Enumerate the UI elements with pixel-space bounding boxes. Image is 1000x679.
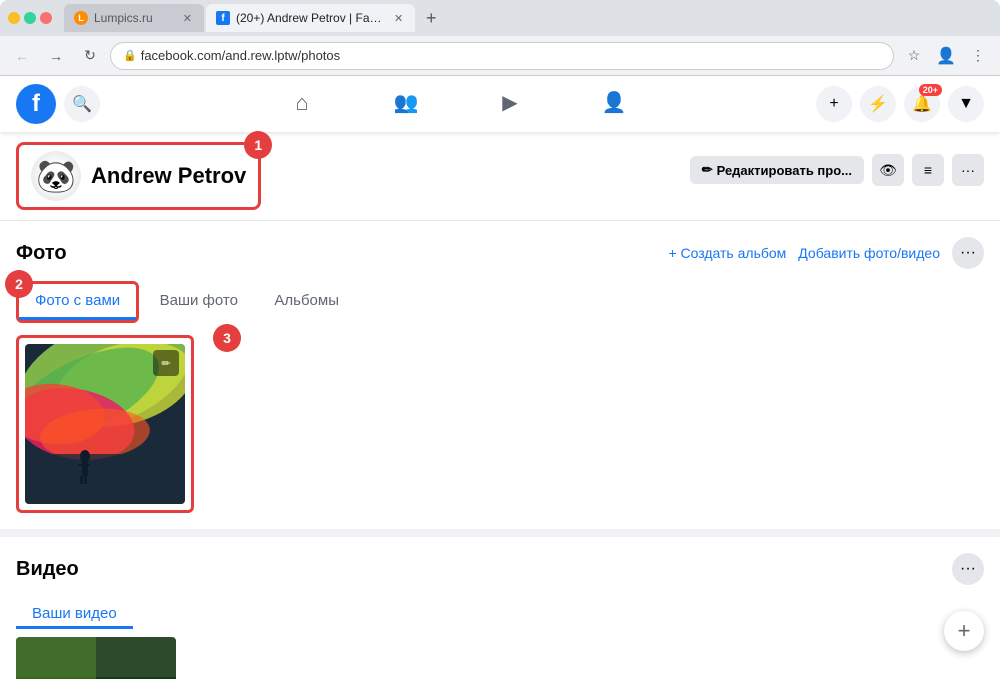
photos-more-button[interactable]: ··· <box>952 237 984 269</box>
annotation-badge-3: 3 <box>213 324 241 352</box>
bookmark-button[interactable]: ☆ <box>900 42 928 70</box>
nav-groups[interactable]: 👤 <box>564 80 664 128</box>
photos-section-actions: + Создать альбом Добавить фото/видео ··· <box>668 237 984 269</box>
facebook-favicon: f <box>216 11 230 25</box>
tab-lumpics-close[interactable]: ✕ <box>181 10 194 27</box>
photos-grid-wrapper: 3 <box>16 335 984 513</box>
nav-friends[interactable]: 👥 <box>356 80 456 128</box>
tab-lumpics[interactable]: L Lumpics.ru ✕ <box>64 4 204 32</box>
eye-icon: 👁 <box>879 162 897 179</box>
notification-badge: 20+ <box>919 84 942 96</box>
browser-content: f 🔍 ⌂ 👥 ▶ 👤 + <box>0 76 1000 679</box>
photos-section-header: Фото + Создать альбом Добавить фото/виде… <box>16 237 984 269</box>
pencil-icon: ✏ <box>702 162 713 178</box>
nav-watch[interactable]: ▶ <box>460 80 560 128</box>
profile-avatar: 🐼 <box>31 151 81 201</box>
tabs-bar: L Lumpics.ru ✕ f (20+) Andrew Petrov | F… <box>64 4 992 32</box>
minimize-button[interactable] <box>8 12 20 24</box>
watch-icon: ▶ <box>502 90 517 115</box>
video-thumbnail[interactable]: ✏ <box>16 637 176 679</box>
video-more-button[interactable]: ··· <box>952 553 984 585</box>
photo-edit-button[interactable]: ✏ <box>153 350 179 376</box>
nav-home[interactable]: ⌂ <box>252 80 352 128</box>
facebook-logo[interactable]: f <box>16 84 56 124</box>
main-content[interactable]: Фото + Создать альбом Добавить фото/виде… <box>0 221 1000 679</box>
facebook-toolbar: f 🔍 ⌂ 👥 ▶ 👤 + <box>0 76 1000 132</box>
tab-facebook[interactable]: f (20+) Andrew Petrov | Facebook ✕ <box>206 4 415 32</box>
edit-photo-icon: ✏ <box>161 357 170 370</box>
edit-profile-button[interactable]: ✏ Редактировать про... <box>690 156 864 184</box>
new-tab-button[interactable]: + <box>417 4 445 32</box>
tab-albums[interactable]: Альбомы <box>258 284 355 320</box>
profile-actions: ✏ Редактировать про... 👁 ≡ ··· <box>690 154 984 198</box>
video-more-icon: ··· <box>960 560 976 578</box>
settings-button[interactable]: ⋮ <box>964 42 992 70</box>
groups-icon: 👤 <box>602 90 627 115</box>
photos-title: Фото <box>16 242 668 265</box>
title-bar: L Lumpics.ru ✕ f (20+) Andrew Petrov | F… <box>0 0 1000 36</box>
lock-icon: 🔒 <box>123 49 137 62</box>
chevron-down-icon: ▼ <box>958 95 974 113</box>
refresh-button[interactable]: ↻ <box>76 42 104 70</box>
messenger-icon: ⚡ <box>868 94 888 114</box>
photos-section: Фото + Создать альбом Добавить фото/виде… <box>0 221 1000 529</box>
maximize-button[interactable] <box>24 12 36 24</box>
list-view-button[interactable]: ≡ <box>912 154 944 186</box>
eye-button[interactable]: 👁 <box>872 154 904 186</box>
floating-add-button[interactable]: + <box>944 611 984 651</box>
back-button[interactable]: ← <box>8 42 36 70</box>
forward-button[interactable]: → <box>42 42 70 70</box>
video-section: Видео ··· Ваши видео ✏ <box>0 537 1000 679</box>
search-icon: 🔍 <box>72 94 92 114</box>
tab-lumpics-label: Lumpics.ru <box>94 11 153 25</box>
add-icon: + <box>829 95 838 113</box>
friends-icon: 👥 <box>394 90 419 115</box>
notifications-button[interactable]: 🔔 20+ <box>904 86 940 122</box>
annotation-badge-2: 2 <box>5 270 33 298</box>
tab-photos-with-you[interactable]: Фото с вами <box>19 284 136 320</box>
video-title: Видео <box>16 558 952 581</box>
profile-name: Andrew Petrov <box>91 163 246 189</box>
ellipsis-icon: ··· <box>961 162 975 178</box>
profile-bar: 1 🐼 Andrew Petrov ✏ Редактировать про...… <box>0 132 1000 221</box>
fab-plus-icon: + <box>958 618 971 644</box>
nav-center: ⌂ 👥 ▶ 👤 <box>100 80 816 128</box>
more-profile-button[interactable]: ··· <box>952 154 984 186</box>
tab-facebook-label: (20+) Andrew Petrov | Facebook <box>236 11 386 25</box>
add-button[interactable]: + <box>816 86 852 122</box>
close-button[interactable] <box>40 12 52 24</box>
profile-button[interactable]: 👤 <box>932 42 960 70</box>
address-bar: ← → ↻ 🔒 facebook.com/and.rew.lptw/photos… <box>0 36 1000 76</box>
url-bar[interactable]: 🔒 facebook.com/and.rew.lptw/photos <box>110 42 894 70</box>
tab-your-videos[interactable]: Ваши видео <box>16 597 133 629</box>
search-button[interactable]: 🔍 <box>64 86 100 122</box>
bell-icon: 🔔 <box>912 94 932 114</box>
avatar-panda: 🐼 <box>31 151 81 201</box>
account-menu-button[interactable]: ▼ <box>948 86 984 122</box>
tab-your-photos[interactable]: Ваши фото <box>144 284 254 320</box>
messenger-button[interactable]: ⚡ <box>860 86 896 122</box>
nav-right: + ⚡ 🔔 20+ ▼ <box>816 86 984 122</box>
photos-more-icon: ··· <box>960 244 976 262</box>
video-section-header: Видео ··· <box>16 553 984 585</box>
video-thumb-svg <box>16 637 176 679</box>
photos-grid-annotation: 3 <box>16 335 194 513</box>
photo-tabs-wrapper: 2 Фото с вами Ваши фото Альбомы <box>16 281 355 323</box>
address-right-actions: ☆ 👤 ⋮ <box>900 42 992 70</box>
tab-facebook-close[interactable]: ✕ <box>392 10 405 27</box>
photo-tabs-annotation: 2 Фото с вами <box>16 281 139 323</box>
window-controls <box>8 12 52 24</box>
url-text: facebook.com/and.rew.lptw/photos <box>141 48 340 63</box>
list-icon: ≡ <box>924 162 932 178</box>
add-photo-link[interactable]: Добавить фото/видео <box>798 245 940 261</box>
lumpics-favicon: L <box>74 11 88 25</box>
home-icon: ⌂ <box>295 90 308 116</box>
photo-item-1[interactable]: ✏ <box>25 344 185 504</box>
create-album-link[interactable]: + Создать альбом <box>668 245 786 261</box>
annotation-badge-1: 1 <box>244 131 272 159</box>
